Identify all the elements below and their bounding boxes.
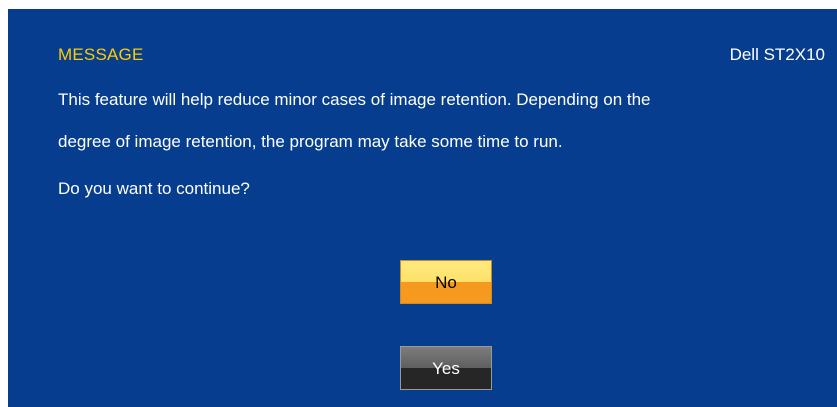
monitor-model: Dell ST2X10 (729, 45, 825, 64)
osd-message-dialog: MESSAGE Dell ST2X10 This feature will he… (8, 9, 837, 407)
dialog-title: MESSAGE (58, 45, 144, 64)
yes-button[interactable]: Yes (400, 346, 492, 390)
message-line-1: This feature will help reduce minor case… (58, 90, 651, 109)
no-button[interactable]: No (400, 260, 492, 304)
message-question: Do you want to continue? (58, 179, 250, 198)
message-line-2: degree of image retention, the program m… (58, 132, 563, 151)
